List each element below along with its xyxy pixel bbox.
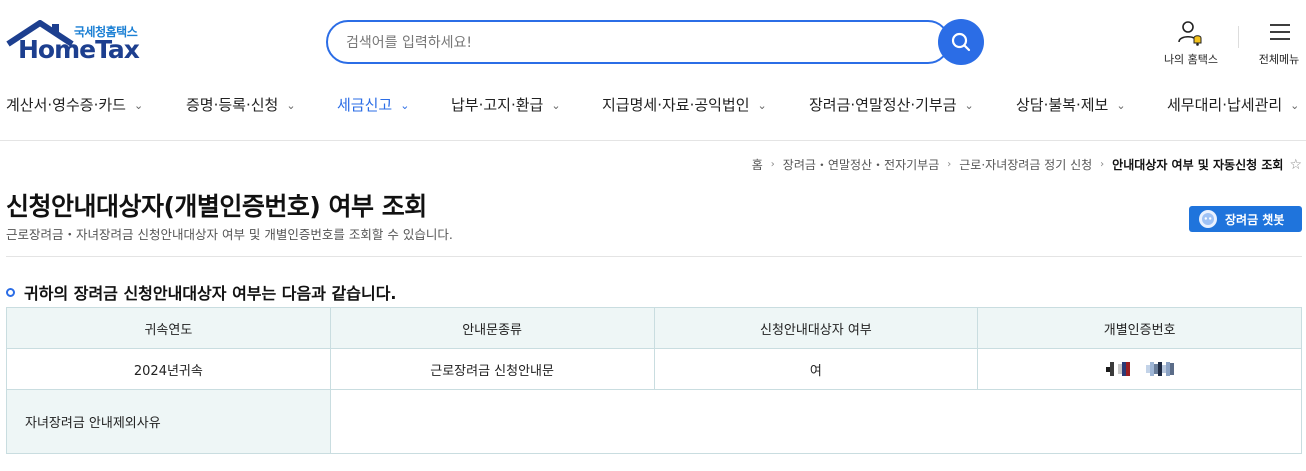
hometax-logo[interactable]: 국세청홈택스 HomeTax <box>6 18 146 66</box>
masked-auth-number <box>1105 362 1174 376</box>
nav-certificate-registration[interactable]: 증명·등록·신청 ⌄ <box>186 94 296 115</box>
chevron-right-icon: › <box>947 159 952 170</box>
nav-label: 장려금·연말정산·기부금 <box>809 96 957 114</box>
chevron-down-icon: ⌄ <box>964 99 974 112</box>
cell-notice-type: 근로장려금 신청안내문 <box>329 348 655 390</box>
search-input[interactable] <box>346 32 906 54</box>
chevron-down-icon: ⌄ <box>133 99 144 112</box>
chatbot-label: 장려금 챗봇 <box>1225 212 1285 227</box>
page-description: 근로장려금・자녀장려금 신청안내대상자 여부 및 개별인증번호를 조회할 수 있… <box>6 227 453 242</box>
breadcrumb-home[interactable]: 홈 <box>752 156 763 173</box>
chevron-down-icon: ⌄ <box>400 99 410 112</box>
cell-auth-number <box>977 348 1302 390</box>
breadcrumb-level1[interactable]: 장려금・연말정산・전자기부금 <box>783 156 939 173</box>
main-navigation: 계산서·영수증·카드 ⌄ 증명·등록·신청 ⌄ 세금신고 ⌄ 납부·고지·환급 ⌄ 지급… <box>0 84 1306 124</box>
nav-label: 지급명세·자료·공익법인 <box>602 96 750 114</box>
my-hometax-label: 나의 홈택스 <box>1163 53 1219 66</box>
col-header-year: 귀속연도 <box>6 307 331 349</box>
breadcrumb-current: 안내대상자 여부 및 자동신청 조회 <box>1112 158 1284 172</box>
nav-label: 세금신고 <box>337 96 393 114</box>
col-header-eligible: 신청안내대상자 여부 <box>653 307 979 349</box>
cell-year: 2024년귀속 <box>6 348 331 390</box>
chevron-right-icon: › <box>1100 159 1105 170</box>
breadcrumb-level2[interactable]: 근로·자녀장려금 정기 신청 <box>959 156 1092 173</box>
chevron-down-icon: ⌄ <box>286 99 296 112</box>
title-divider <box>6 256 1302 257</box>
favorite-star-icon[interactable]: ☆ <box>1289 157 1302 173</box>
result-heading: 귀하의 장려금 신청안내대상자 여부는 다음과 같습니다. <box>6 280 397 304</box>
user-bell-icon <box>1178 21 1202 46</box>
nav-label: 증명·등록·신청 <box>186 96 279 114</box>
nav-label: 세무대리·납세관리 <box>1167 96 1283 114</box>
exclusion-reason-label: 자녀장려금 안내제외사유 <box>6 389 331 454</box>
all-menu-button[interactable]: 전체메뉴 <box>1252 20 1306 68</box>
nav-divider <box>0 140 1306 141</box>
chevron-down-icon: ⌄ <box>1290 99 1300 112</box>
table-header-row: 귀속연도 안내문종류 신청안내대상자 여부 개별인증번호 <box>6 307 1302 349</box>
chatbot-icon <box>1199 210 1217 228</box>
incentive-chatbot-button[interactable]: 장려금 챗봇 <box>1189 206 1302 232</box>
nav-invoice-receipt-card[interactable]: 계산서·영수증·카드 ⌄ <box>6 94 143 115</box>
chevron-right-icon: › <box>770 159 775 170</box>
page-title: 신청안내대상자(개별인증번호) 여부 조회 <box>6 192 427 221</box>
header-divider <box>1238 26 1239 48</box>
cell-eligible: 여 <box>653 348 979 390</box>
exclusion-reason-value <box>329 389 1303 454</box>
all-menu-label: 전체메뉴 <box>1258 53 1300 66</box>
breadcrumb: 홈 › 장려금・연말정산・전자기부금 › 근로·자녀장려금 정기 신청 › 안내… <box>752 156 1302 173</box>
chevron-down-icon: ⌄ <box>551 99 561 112</box>
search-button[interactable] <box>938 19 984 65</box>
result-heading-text: 귀하의 장려금 신청안내대상자 여부는 다음과 같습니다. <box>24 284 397 303</box>
col-header-notice-type: 안내문종류 <box>329 307 655 349</box>
table-row: 2024년귀속 근로장려금 신청안내문 여 <box>6 348 1302 390</box>
chevron-down-icon: ⌄ <box>1116 99 1126 112</box>
nav-label: 납부·고지·환급 <box>451 96 544 114</box>
nav-consult-appeal[interactable]: 상담·불복·제보 ⌄ <box>1016 94 1126 115</box>
site-header: 국세청홈택스 HomeTax 나의 홈택스 전체메뉴 <box>0 0 1306 80</box>
nav-payment-statement[interactable]: 지급명세·자료·공익법인 ⌄ <box>602 94 767 115</box>
nav-label: 계산서·영수증·카드 <box>6 96 126 114</box>
logo-wordmark: HomeTax <box>18 35 140 64</box>
nav-tax-filing[interactable]: 세금신고 ⌄ <box>337 94 409 115</box>
nav-tax-agent[interactable]: 세무대리·납세관리 ⌄ <box>1167 94 1299 115</box>
col-header-auth-number: 개별인증번호 <box>977 307 1302 349</box>
nav-label: 상담·불복·제보 <box>1016 96 1109 114</box>
result-table: 귀속연도 안내문종류 신청안내대상자 여부 개별인증번호 2024년귀속 근로장… <box>6 307 1303 454</box>
table-row: 자녀장려금 안내제외사유 <box>6 389 1303 454</box>
my-hometax-button[interactable]: 나의 홈택스 <box>1158 20 1224 68</box>
chevron-down-icon: ⌄ <box>757 99 767 112</box>
hamburger-menu-icon <box>1270 24 1290 40</box>
search-box <box>326 20 950 64</box>
bullet-circle-icon <box>6 287 15 297</box>
nav-incentive-settlement[interactable]: 장려금·연말정산·기부금 ⌄ <box>809 94 974 115</box>
nav-payment-notice-refund[interactable]: 납부·고지·환급 ⌄ <box>451 94 561 115</box>
search-icon <box>951 32 971 52</box>
